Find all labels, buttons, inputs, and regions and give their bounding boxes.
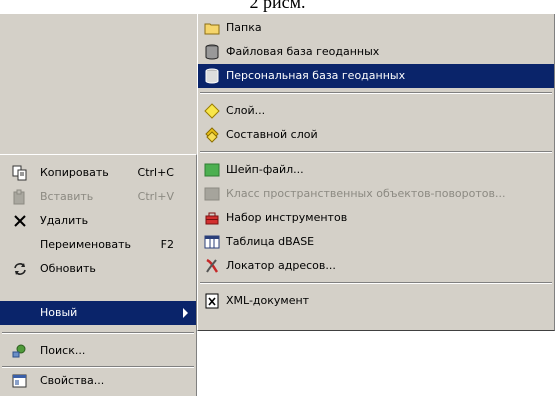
menu-item-rename[interactable]: Переименовать F2: [0, 233, 196, 257]
menu-separator: [200, 92, 552, 94]
folder-icon: [204, 23, 220, 35]
submenu-item-file-geodatabase[interactable]: Файловая база геоданных: [198, 40, 554, 64]
submenu-arrow-icon: [183, 308, 188, 318]
submenu-item-dbase-table[interactable]: Таблица dBASE: [198, 230, 554, 254]
submenu-item-label: Набор инструментов: [226, 211, 348, 224]
menu-separator: [200, 282, 552, 284]
submenu-item-layer[interactable]: Слой...: [198, 99, 554, 123]
submenu-item-turn-feature-class[interactable]: Класс пространственных объектов-поворото…: [198, 182, 554, 206]
menu-item-shortcut: Ctrl+V: [137, 190, 174, 203]
submenu-item-personal-geodatabase[interactable]: Персональная база геоданных: [198, 64, 554, 88]
menu-item-delete[interactable]: Удалить: [0, 209, 196, 233]
shapefile-icon: [204, 163, 220, 177]
submenu-item-folder[interactable]: Папка: [198, 16, 554, 40]
personal-geodatabase-icon: [205, 68, 219, 84]
menu-item-label: Вставить: [40, 190, 94, 203]
menu-item-new[interactable]: Новый: [0, 301, 196, 325]
copy-icon: [12, 165, 27, 181]
menu-item-label: Копировать: [40, 166, 109, 179]
file-geodatabase-icon: [205, 44, 219, 60]
menu-separator: [2, 366, 194, 368]
menu-item-label: Удалить: [40, 214, 89, 227]
properties-icon: [12, 374, 27, 388]
submenu-item-group-layer[interactable]: Составной слой: [198, 123, 554, 147]
menu-item-properties[interactable]: Свойства...: [0, 369, 196, 393]
submenu-item-label: Локатор адресов...: [226, 259, 336, 272]
menu-separator: [200, 151, 552, 153]
menu-item-paste[interactable]: Вставить Ctrl+V: [0, 185, 196, 209]
dbase-table-icon: [204, 235, 220, 249]
search-icon: [12, 344, 26, 358]
submenu-item-toolbox[interactable]: Набор инструментов: [198, 206, 554, 230]
menu-item-label: Новый: [40, 306, 78, 319]
submenu-item-label: Слой...: [226, 104, 266, 117]
layer-icon: [204, 103, 220, 119]
submenu-item-label: Таблица dBASE: [226, 235, 315, 248]
turn-feature-class-icon: [204, 187, 220, 201]
menu-separator: [2, 332, 194, 334]
paste-icon: [13, 189, 25, 205]
submenu-item-label: Шейп-файл...: [226, 163, 304, 176]
menu-item-search[interactable]: Поиск...: [0, 339, 196, 363]
new-submenu: Папка Файловая база геоданных Персональн…: [197, 14, 555, 331]
submenu-item-shapefile[interactable]: Шейп-файл...: [198, 158, 554, 182]
address-locator-icon: [206, 258, 219, 273]
submenu-item-label: Класс пространственных объектов-поворото…: [226, 187, 506, 200]
toolbox-icon: [205, 212, 219, 225]
caption-text: 2 рисм.: [249, 0, 306, 12]
group-layer-icon: [205, 127, 219, 143]
menu-item-label: Свойства...: [40, 374, 105, 387]
submenu-item-xml-document[interactable]: XML-документ: [198, 289, 554, 313]
menu-item-copy[interactable]: Копировать Ctrl+C: [0, 161, 196, 185]
context-menu: Копировать Ctrl+C Вставить Ctrl+V Удалит…: [0, 154, 197, 396]
workspace-background: [197, 331, 555, 396]
submenu-item-label: Файловая база геоданных: [226, 45, 380, 58]
menu-item-refresh[interactable]: Обновить: [0, 257, 196, 281]
menu-item-label: Обновить: [40, 262, 96, 275]
menu-item-label: Поиск...: [40, 344, 86, 357]
delete-x-icon: [14, 215, 26, 227]
menu-item-shortcut: Ctrl+C: [137, 166, 174, 179]
submenu-item-label: Персональная база геоданных: [226, 69, 406, 82]
submenu-item-label: XML-документ: [226, 294, 310, 307]
menu-item-label: Переименовать: [40, 238, 132, 251]
refresh-icon: [14, 263, 26, 275]
menu-item-shortcut: F2: [160, 238, 174, 251]
submenu-item-label: Составной слой: [226, 128, 318, 141]
xml-document-icon: [205, 293, 219, 309]
empty-panel: [0, 14, 198, 154]
submenu-item-address-locator[interactable]: Локатор адресов...: [198, 254, 554, 278]
submenu-item-label: Папка: [226, 21, 262, 34]
